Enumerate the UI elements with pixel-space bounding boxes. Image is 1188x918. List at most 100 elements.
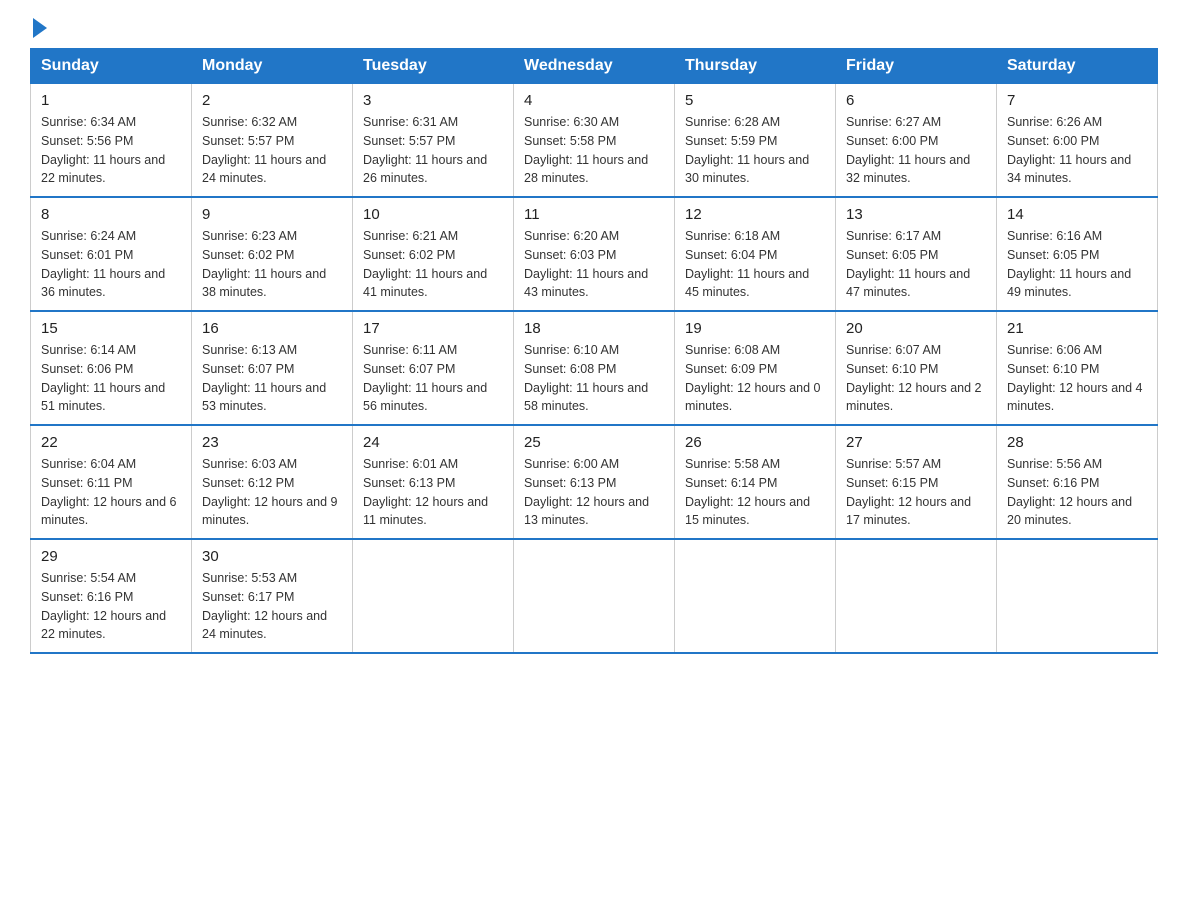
calendar-cell (353, 539, 514, 653)
col-header-saturday: Saturday (997, 49, 1158, 84)
day-info: Sunrise: 6:16 AMSunset: 6:05 PMDaylight:… (1007, 227, 1147, 302)
page-header (30, 20, 1158, 38)
calendar-cell: 5 Sunrise: 6:28 AMSunset: 5:59 PMDaylight… (675, 84, 836, 198)
calendar-cell: 3 Sunrise: 6:31 AMSunset: 5:57 PMDaylight… (353, 84, 514, 198)
calendar-cell (675, 539, 836, 653)
calendar-cell: 17 Sunrise: 6:11 AMSunset: 6:07 PMDayligh… (353, 311, 514, 425)
day-number: 27 (846, 434, 986, 451)
calendar-cell: 12 Sunrise: 6:18 AMSunset: 6:04 PMDayligh… (675, 197, 836, 311)
calendar-cell: 16 Sunrise: 6:13 AMSunset: 6:07 PMDayligh… (192, 311, 353, 425)
day-info: Sunrise: 6:28 AMSunset: 5:59 PMDaylight:… (685, 113, 825, 188)
day-number: 2 (202, 92, 342, 109)
col-header-friday: Friday (836, 49, 997, 84)
day-number: 22 (41, 434, 181, 451)
week-row: 8 Sunrise: 6:24 AMSunset: 6:01 PMDaylight… (31, 197, 1158, 311)
calendar-cell (997, 539, 1158, 653)
calendar-cell: 23 Sunrise: 6:03 AMSunset: 6:12 PMDayligh… (192, 425, 353, 539)
day-number: 16 (202, 320, 342, 337)
day-number: 5 (685, 92, 825, 109)
day-number: 29 (41, 548, 181, 565)
day-info: Sunrise: 6:26 AMSunset: 6:00 PMDaylight:… (1007, 113, 1147, 188)
day-info: Sunrise: 6:08 AMSunset: 6:09 PMDaylight:… (685, 341, 825, 416)
day-info: Sunrise: 6:14 AMSunset: 6:06 PMDaylight:… (41, 341, 181, 416)
day-info: Sunrise: 6:18 AMSunset: 6:04 PMDaylight:… (685, 227, 825, 302)
day-number: 23 (202, 434, 342, 451)
day-number: 6 (846, 92, 986, 109)
day-info: Sunrise: 6:31 AMSunset: 5:57 PMDaylight:… (363, 113, 503, 188)
day-number: 3 (363, 92, 503, 109)
calendar-header-row: SundayMondayTuesdayWednesdayThursdayFrid… (31, 49, 1158, 84)
day-info: Sunrise: 6:20 AMSunset: 6:03 PMDaylight:… (524, 227, 664, 302)
day-number: 26 (685, 434, 825, 451)
calendar-cell: 14 Sunrise: 6:16 AMSunset: 6:05 PMDayligh… (997, 197, 1158, 311)
week-row: 1 Sunrise: 6:34 AMSunset: 5:56 PMDaylight… (31, 84, 1158, 198)
day-number: 12 (685, 206, 825, 223)
day-number: 1 (41, 92, 181, 109)
day-info: Sunrise: 5:54 AMSunset: 6:16 PMDaylight:… (41, 569, 181, 644)
day-info: Sunrise: 6:11 AMSunset: 6:07 PMDaylight:… (363, 341, 503, 416)
day-info: Sunrise: 6:13 AMSunset: 6:07 PMDaylight:… (202, 341, 342, 416)
calendar-cell (514, 539, 675, 653)
day-number: 14 (1007, 206, 1147, 223)
calendar-cell: 2 Sunrise: 6:32 AMSunset: 5:57 PMDaylight… (192, 84, 353, 198)
calendar-cell: 21Sunrise: 6:06 AMSunset: 6:10 PMDayligh… (997, 311, 1158, 425)
day-info: Sunrise: 6:03 AMSunset: 6:12 PMDaylight:… (202, 455, 342, 530)
calendar-cell: 8 Sunrise: 6:24 AMSunset: 6:01 PMDaylight… (31, 197, 192, 311)
day-number: 19 (685, 320, 825, 337)
calendar-cell: 26Sunrise: 5:58 AMSunset: 6:14 PMDayligh… (675, 425, 836, 539)
calendar-cell: 6 Sunrise: 6:27 AMSunset: 6:00 PMDaylight… (836, 84, 997, 198)
day-number: 7 (1007, 92, 1147, 109)
day-info: Sunrise: 5:53 AMSunset: 6:17 PMDaylight:… (202, 569, 342, 644)
day-info: Sunrise: 5:56 AMSunset: 6:16 PMDaylight:… (1007, 455, 1147, 530)
day-info: Sunrise: 6:01 AMSunset: 6:13 PMDaylight:… (363, 455, 503, 530)
logo-arrow-icon (33, 18, 47, 38)
day-number: 15 (41, 320, 181, 337)
day-number: 30 (202, 548, 342, 565)
day-info: Sunrise: 6:24 AMSunset: 6:01 PMDaylight:… (41, 227, 181, 302)
week-row: 29 Sunrise: 5:54 AMSunset: 6:16 PMDayligh… (31, 539, 1158, 653)
day-number: 4 (524, 92, 664, 109)
day-number: 20 (846, 320, 986, 337)
calendar-cell: 10Sunrise: 6:21 AMSunset: 6:02 PMDayligh… (353, 197, 514, 311)
calendar-cell: 29 Sunrise: 5:54 AMSunset: 6:16 PMDayligh… (31, 539, 192, 653)
day-info: Sunrise: 6:23 AMSunset: 6:02 PMDaylight:… (202, 227, 342, 302)
col-header-sunday: Sunday (31, 49, 192, 84)
day-info: Sunrise: 6:30 AMSunset: 5:58 PMDaylight:… (524, 113, 664, 188)
day-number: 8 (41, 206, 181, 223)
calendar-cell: 25 Sunrise: 6:00 AMSunset: 6:13 PMDayligh… (514, 425, 675, 539)
day-info: Sunrise: 6:32 AMSunset: 5:57 PMDaylight:… (202, 113, 342, 188)
week-row: 15 Sunrise: 6:14 AMSunset: 6:06 PMDayligh… (31, 311, 1158, 425)
day-number: 21 (1007, 320, 1147, 337)
day-number: 11 (524, 206, 664, 223)
calendar-cell: 13 Sunrise: 6:17 AMSunset: 6:05 PMDayligh… (836, 197, 997, 311)
day-number: 17 (363, 320, 503, 337)
calendar-cell: 27 Sunrise: 5:57 AMSunset: 6:15 PMDayligh… (836, 425, 997, 539)
day-info: Sunrise: 6:07 AMSunset: 6:10 PMDaylight:… (846, 341, 986, 416)
calendar-cell: 4 Sunrise: 6:30 AMSunset: 5:58 PMDaylight… (514, 84, 675, 198)
calendar-cell: 9 Sunrise: 6:23 AMSunset: 6:02 PMDaylight… (192, 197, 353, 311)
logo (30, 20, 47, 38)
day-info: Sunrise: 6:34 AMSunset: 5:56 PMDaylight:… (41, 113, 181, 188)
day-number: 25 (524, 434, 664, 451)
day-info: Sunrise: 6:27 AMSunset: 6:00 PMDaylight:… (846, 113, 986, 188)
calendar-cell: 1 Sunrise: 6:34 AMSunset: 5:56 PMDaylight… (31, 84, 192, 198)
calendar-cell: 19 Sunrise: 6:08 AMSunset: 6:09 PMDayligh… (675, 311, 836, 425)
day-info: Sunrise: 6:04 AMSunset: 6:11 PMDaylight:… (41, 455, 181, 530)
day-number: 18 (524, 320, 664, 337)
calendar-cell: 20 Sunrise: 6:07 AMSunset: 6:10 PMDayligh… (836, 311, 997, 425)
calendar-cell: 22 Sunrise: 6:04 AMSunset: 6:11 PMDayligh… (31, 425, 192, 539)
day-info: Sunrise: 6:00 AMSunset: 6:13 PMDaylight:… (524, 455, 664, 530)
day-info: Sunrise: 6:17 AMSunset: 6:05 PMDaylight:… (846, 227, 986, 302)
calendar-cell (836, 539, 997, 653)
col-header-monday: Monday (192, 49, 353, 84)
calendar-cell: 7 Sunrise: 6:26 AMSunset: 6:00 PMDaylight… (997, 84, 1158, 198)
day-number: 13 (846, 206, 986, 223)
calendar-cell: 18 Sunrise: 6:10 AMSunset: 6:08 PMDayligh… (514, 311, 675, 425)
col-header-tuesday: Tuesday (353, 49, 514, 84)
col-header-thursday: Thursday (675, 49, 836, 84)
day-number: 28 (1007, 434, 1147, 451)
day-info: Sunrise: 5:57 AMSunset: 6:15 PMDaylight:… (846, 455, 986, 530)
day-number: 9 (202, 206, 342, 223)
calendar-table: SundayMondayTuesdayWednesdayThursdayFrid… (30, 48, 1158, 654)
day-info: Sunrise: 6:10 AMSunset: 6:08 PMDaylight:… (524, 341, 664, 416)
